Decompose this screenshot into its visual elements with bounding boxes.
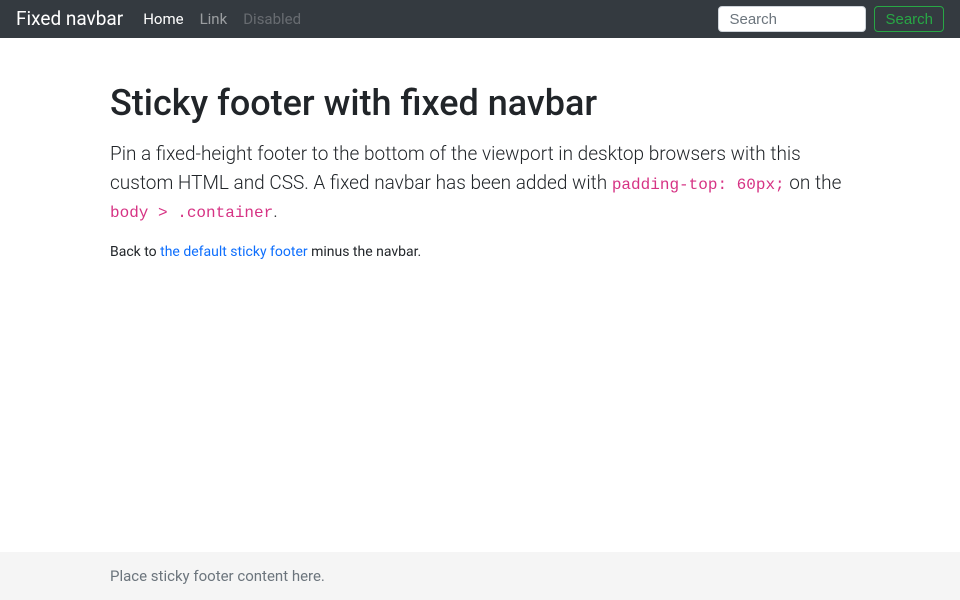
search-button[interactable]: Search (874, 6, 944, 32)
page-heading: Sticky footer with fixed navbar (110, 76, 850, 130)
lead-paragraph: Pin a fixed-height footer to the bottom … (110, 140, 850, 226)
code-selector: body > .container (110, 204, 273, 222)
nav-link-link[interactable]: Link (200, 10, 228, 28)
lead-text-2: on the (785, 171, 842, 194)
main-container: Sticky footer with fixed navbar Pin a fi… (110, 38, 850, 552)
back-link[interactable]: the default sticky footer (160, 244, 307, 260)
back-text-1: Back to (110, 244, 160, 260)
footer-text: Place sticky footer content here. (110, 567, 325, 585)
back-text-2: minus the navbar. (308, 244, 422, 260)
navbar-brand[interactable]: Fixed navbar (16, 5, 123, 34)
main-content: Sticky footer with fixed navbar Pin a fi… (110, 76, 850, 263)
code-padding: padding-top: 60px; (612, 176, 785, 194)
footer-container: Place sticky footer content here. (110, 564, 850, 588)
nav-link-home[interactable]: Home (143, 10, 183, 28)
navbar-search-form: Search (718, 6, 944, 32)
navbar-left: Fixed navbar Home Link Disabled (16, 5, 301, 34)
navbar-nav: Home Link Disabled (143, 7, 301, 31)
back-paragraph: Back to the default sticky footer minus … (110, 242, 850, 263)
navbar: Fixed navbar Home Link Disabled Search (0, 0, 960, 38)
search-input[interactable] (718, 6, 866, 32)
footer: Place sticky footer content here. (0, 552, 960, 600)
nav-link-disabled: Disabled (243, 10, 301, 28)
lead-text-3: . (273, 199, 278, 222)
